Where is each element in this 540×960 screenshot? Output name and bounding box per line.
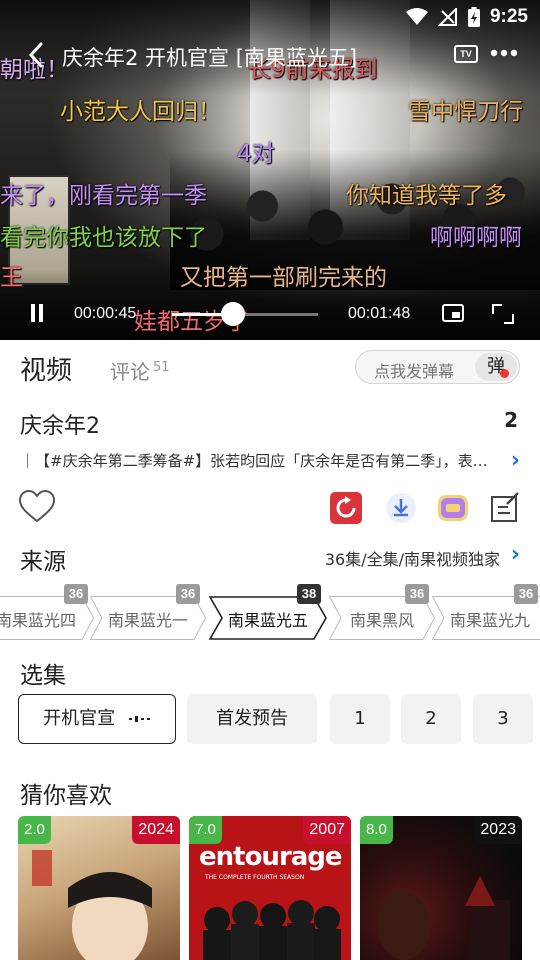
danmaku-comment: 看完你我也该放下了 — [0, 225, 207, 251]
action-row — [0, 488, 540, 528]
source-tab[interactable]: 南果蓝光九 36 — [432, 584, 540, 640]
signal-off-icon — [437, 8, 457, 26]
replay-share-icon[interactable] — [330, 492, 362, 524]
year-badge: 2023 — [474, 816, 522, 844]
danmaku-comment: 来了，刚看完第一季 — [0, 183, 207, 209]
video-title: 庆余年2 开机官宣 [南果蓝光五] — [62, 46, 358, 70]
pause-button[interactable] — [28, 304, 46, 324]
show-news[interactable]: ｜【#庆余年第二季筹备#】张若昀回应「庆余年是否有第二季」，表示... — [20, 450, 500, 471]
source-section-title: 来源 — [20, 549, 66, 575]
source-list: 南果蓝光四 36 南果蓝光一 36 南果蓝光五 38 南果黑风 36 南果蓝光九… — [0, 584, 540, 644]
danmaku-on-indicator — [500, 369, 509, 378]
video-player[interactable]: 朝啦！ 长9前来报到 小范大人回归！ 雪中悍刀行 4对 来了，刚看完第一季 你知… — [0, 0, 540, 340]
source-episode-count: 36 — [514, 584, 538, 604]
source-tab-label: 南果蓝光九 — [450, 611, 531, 630]
source-episode-count: 36 — [405, 584, 429, 604]
season-badge: 2 — [504, 408, 518, 432]
more-dots-icon — [490, 49, 518, 57]
news-chevron-right-icon[interactable]: › — [511, 448, 520, 473]
danmaku-comment: 4对 — [237, 141, 275, 167]
episode-label: 开机官宣 — [43, 708, 116, 729]
chevron-left-icon — [28, 42, 43, 68]
source-chevron-right-icon[interactable]: › — [511, 542, 520, 567]
danmaku-comment: 雪中悍刀行 — [408, 99, 523, 125]
danmaku-comment: 又把第一部刷完来的 — [180, 265, 387, 291]
player-header: 庆余年2 开机官宣 [南果蓝光五] TV — [0, 38, 540, 78]
episode-label: 1 — [354, 708, 366, 729]
danmaku-input[interactable]: 点我发弹幕 弹 — [355, 350, 520, 384]
status-bar: 9:25 — [0, 0, 540, 36]
source-tab-label: 南果黑风 — [349, 611, 414, 630]
rating-badge: 7.0 — [189, 816, 222, 844]
rating-badge: 2.0 — [18, 816, 51, 844]
total-time: 00:01:48 — [348, 305, 411, 322]
rating-badge: 8.0 — [360, 816, 393, 844]
player-controls: 00:00:45 00:01:48 — [0, 296, 540, 332]
tv-cast-label: TV — [460, 49, 472, 59]
danmaku-comment: 你知道我等了多 — [346, 183, 507, 209]
tab-comments-label: 评论 — [110, 360, 150, 384]
recommend-card[interactable]: entourage THE COMPLETE FOURTH SEASON 7.0… — [189, 816, 351, 960]
battery-charging-icon — [467, 7, 480, 27]
show-title: 庆余年2 — [20, 414, 100, 439]
source-tab[interactable]: 南果蓝光一 36 — [90, 584, 206, 640]
recommend-card[interactable]: 8.0 2023 — [360, 816, 522, 960]
source-tab-active[interactable]: 南果蓝光五 38 — [209, 584, 327, 640]
recommend-card[interactable]: 2.0 2024 — [18, 816, 180, 960]
danmaku-comment: 小范大人回归！ — [60, 99, 221, 125]
danmaku-input-placeholder: 点我发弹幕 — [374, 362, 455, 381]
recommend-section-title: 猜你喜欢 — [20, 783, 112, 809]
fullscreen-button[interactable] — [492, 304, 514, 324]
source-episode-count: 36 — [64, 584, 88, 604]
episode-item[interactable]: 3 — [473, 694, 533, 744]
danmaku-comment: 啊啊啊啊 — [430, 225, 522, 251]
episode-item[interactable]: 首发预告 — [187, 694, 317, 744]
more-options-button[interactable] — [490, 38, 518, 75]
episodes-section-title: 选集 — [20, 663, 66, 689]
favorite-heart-icon[interactable] — [18, 488, 56, 526]
source-tab[interactable]: 南果蓝光四 36 — [0, 584, 94, 640]
source-tab[interactable]: 南果黑风 36 — [329, 584, 435, 640]
seek-bar[interactable] — [172, 302, 318, 326]
wifi-icon — [405, 8, 428, 25]
recommend-list: 2.0 2024 entourage THE COMPLETE FOURTH S… — [18, 816, 540, 960]
episode-item[interactable]: 1 — [330, 694, 390, 744]
back-button[interactable] — [26, 40, 52, 74]
episode-list: 开机官宣 首发预告 1 2 3 — [18, 694, 540, 744]
source-episode-count: 36 — [176, 584, 200, 604]
tv-cast-button[interactable]: TV — [454, 45, 478, 63]
source-info[interactable]: 36集/全集/南果视频独家 — [325, 546, 500, 570]
danmaku-toggle-button[interactable]: 弹 — [475, 353, 517, 381]
current-time: 00:00:45 — [74, 305, 137, 322]
episode-label: 3 — [497, 708, 509, 729]
source-tab-label: 南果蓝光四 — [0, 611, 76, 630]
playing-indicator-icon — [128, 716, 150, 722]
episode-item-active[interactable]: 开机官宣 — [18, 694, 176, 744]
sticker-badge-icon[interactable] — [437, 492, 469, 524]
year-badge: 2007 — [303, 816, 351, 844]
episode-label: 首发预告 — [216, 708, 288, 729]
tab-comments[interactable]: 评论 51 — [110, 356, 170, 385]
danmaku-comment: 王 — [0, 265, 23, 291]
year-badge: 2024 — [132, 816, 180, 844]
source-tab-label: 南果蓝光一 — [107, 611, 188, 630]
download-icon[interactable] — [385, 492, 417, 524]
status-time: 9:25 — [489, 6, 528, 27]
episode-item[interactable]: 2 — [401, 694, 461, 744]
comments-count: 51 — [153, 360, 170, 376]
edit-note-icon[interactable] — [490, 492, 522, 524]
episode-label: 2 — [425, 708, 437, 729]
poster-title: entourage — [199, 842, 343, 872]
seek-handle[interactable] — [221, 302, 246, 326]
source-episode-count: 38 — [297, 584, 321, 604]
picture-in-picture-button[interactable] — [442, 304, 464, 322]
tab-video[interactable]: 视频 — [20, 350, 72, 387]
source-tab-label: 南果蓝光五 — [227, 611, 308, 630]
poster-subtitle: THE COMPLETE FOURTH SEASON — [205, 874, 305, 881]
